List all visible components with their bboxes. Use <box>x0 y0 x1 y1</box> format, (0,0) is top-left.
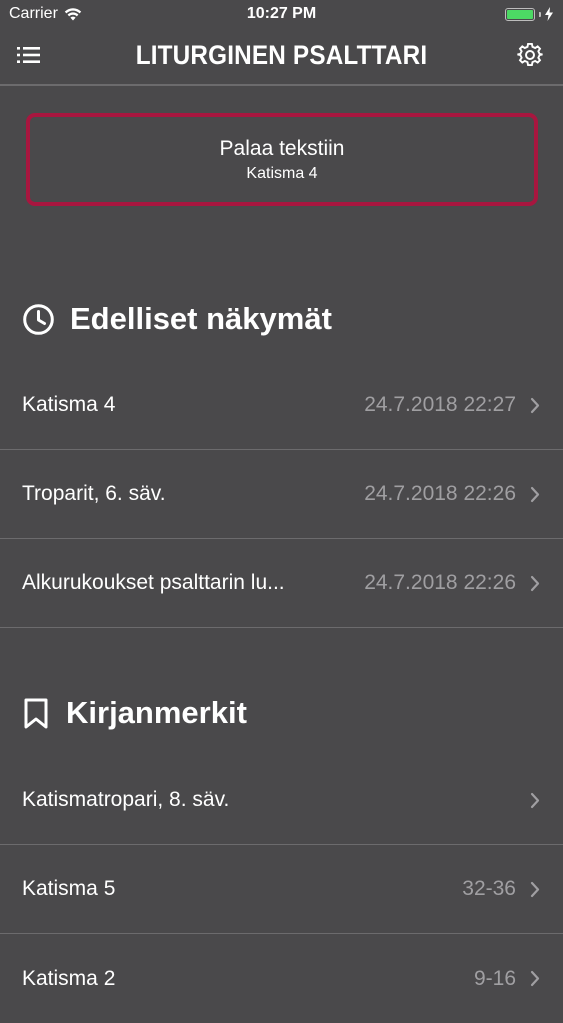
recent-item-label: Troparit, 6. säv. <box>22 482 166 505</box>
bookmark-item-range: 32-36 <box>462 877 516 900</box>
recent-views-title: Edelliset näkymät <box>70 301 332 336</box>
chevron-right-icon <box>530 756 540 844</box>
recent-item-timestamp: 24.7.2018 22:26 <box>364 571 516 594</box>
recent-item[interactable]: Troparit, 6. säv. 24.7.2018 22:26 <box>0 450 563 539</box>
battery-level <box>507 9 533 19</box>
return-to-text-label: Palaa tekstiin <box>219 137 345 160</box>
bookmark-icon <box>24 698 48 728</box>
status-time: 10:27 PM <box>246 5 317 22</box>
bookmark-item-label: Katisma 5 <box>22 877 116 900</box>
recent-item-timestamp: 24.7.2018 22:26 <box>364 482 516 505</box>
recent-views-heading: Edelliset näkymät <box>22 301 332 337</box>
recent-item-label: Alkurukoukset psalttarin lu... <box>22 571 285 594</box>
chevron-right-icon <box>530 934 540 1023</box>
bookmarks-heading: Kirjanmerkit <box>22 695 247 731</box>
status-right <box>505 7 553 21</box>
return-to-text-subtitle: Katisma 4 <box>246 165 318 182</box>
charging-bolt-icon <box>545 7 553 21</box>
bookmark-item[interactable]: Katisma 5 32-36 <box>0 845 563 934</box>
recent-item[interactable]: Katisma 4 24.7.2018 22:27 <box>0 361 563 450</box>
bookmark-item-range: 9-16 <box>473 966 516 990</box>
bookmarks-title: Kirjanmerkit <box>66 695 247 730</box>
bookmark-item-label: Katisma 2 <box>22 966 116 990</box>
app-title: LITURGINEN PSALTTARI <box>135 40 428 70</box>
chevron-right-icon <box>530 450 540 538</box>
clock-icon <box>23 303 54 335</box>
status-bar: Carrier 10:27 PM <box>0 0 563 30</box>
recent-item[interactable]: Alkurukoukset psalttarin lu... 24.7.2018… <box>0 539 563 628</box>
bookmark-item[interactable]: Katismatropari, 8. säv. <box>0 756 563 845</box>
bookmark-item-label: Katismatropari, 8. säv. <box>22 788 230 811</box>
recent-item-label: Katisma 4 <box>22 393 116 416</box>
battery-tip <box>539 11 541 17</box>
navigation-bar: LITURGINEN PSALTTARI <box>0 30 563 86</box>
gear-icon[interactable] <box>517 42 543 68</box>
bookmark-item[interactable]: Katisma 2 9-16 <box>0 934 563 1023</box>
battery-icon <box>505 7 535 21</box>
recent-item-timestamp: 24.7.2018 22:27 <box>364 393 516 416</box>
chevron-right-icon <box>530 539 540 627</box>
return-to-text-button[interactable]: Palaa tekstiin Katisma 4 <box>26 113 538 206</box>
chevron-right-icon <box>530 845 540 933</box>
chevron-right-icon <box>530 361 540 449</box>
